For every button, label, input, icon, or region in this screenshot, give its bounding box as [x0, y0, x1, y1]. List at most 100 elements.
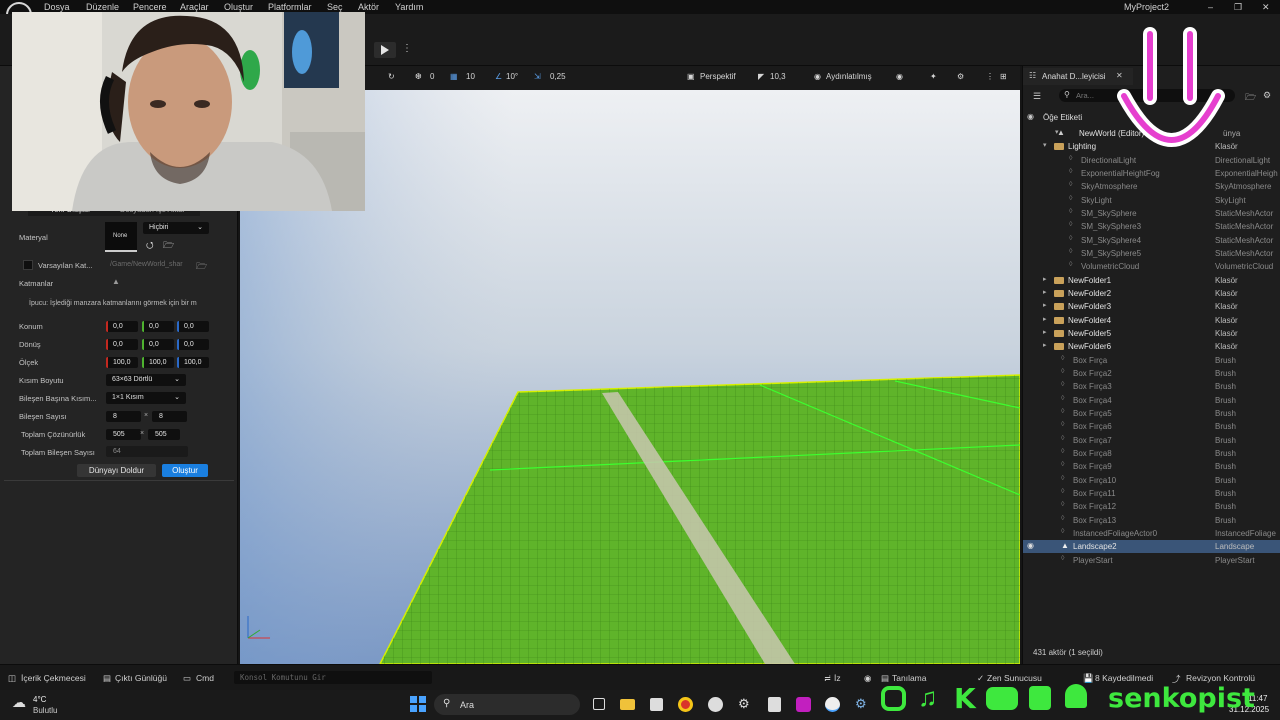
section-size-dropdown[interactable]: 63×63 Dörtlü ⌄ — [106, 374, 186, 386]
expand-arrow-icon[interactable]: ▸ — [1043, 328, 1047, 336]
brush-row[interactable]: ◊ Box Fırça2 Brush — [1023, 367, 1280, 380]
item-label-header[interactable]: Öğe Etiketi — [1043, 113, 1082, 122]
minimize-icon[interactable]: – — [1208, 2, 1213, 12]
menu-platforms[interactable]: Platformlar — [268, 2, 312, 12]
windows-start-icon[interactable] — [410, 696, 426, 712]
epic-games-icon[interactable] — [768, 697, 781, 712]
output-log-button[interactable]: Çıktı Günlüğü — [115, 673, 167, 683]
content-drawer-button[interactable]: İçerik Çekmecesi — [21, 673, 86, 683]
material-dropdown[interactable]: Hiçbiri ⌄ — [143, 222, 209, 234]
brush-row[interactable]: ◊ Box Fırça4 Brush — [1023, 394, 1280, 407]
menu-select[interactable]: Seç — [327, 2, 343, 12]
realtime-icon[interactable]: ✦ — [930, 72, 937, 81]
brush-row[interactable]: ◊ Box Fırça3 Brush — [1023, 380, 1280, 393]
menu-tools[interactable]: Araçlar — [180, 2, 209, 12]
player-start-row[interactable]: ◊ PlayerStart PlayerStart — [1023, 554, 1280, 567]
app-icon[interactable] — [708, 697, 723, 712]
grid-snap-icon[interactable]: ▦ — [450, 72, 458, 81]
actor-row[interactable]: ◊ ExponentialHeightFog ExponentialHeigh — [1023, 167, 1280, 180]
expand-arrow-icon[interactable]: ▸ — [1043, 275, 1047, 283]
actor-row[interactable]: ◊ SkyLight SkyLight — [1023, 194, 1280, 207]
outliner-settings-icon[interactable]: ⚙ — [1263, 90, 1271, 101]
fill-world-button[interactable]: Dünyayı Doldur — [77, 464, 156, 477]
brush-row[interactable]: ◊ Box Fırça5 Brush — [1023, 407, 1280, 420]
rotation-snap-icon[interactable]: ❆ — [415, 72, 422, 81]
trace-button[interactable]: İz — [834, 673, 841, 683]
rotation-y[interactable]: 0,0 — [142, 339, 174, 350]
rotation-z[interactable]: 0,0 — [177, 339, 209, 350]
actor-row[interactable]: ◊ DirectionalLight DirectionalLight — [1023, 154, 1280, 167]
folder-row[interactable]: ▸ NewFolder3 Klasör — [1023, 300, 1280, 313]
brush-row[interactable]: ◊ Box Fırça Brush — [1023, 354, 1280, 367]
foliage-row[interactable]: ◊ InstancedFoliageActor0 InstancedFoliage — [1023, 527, 1280, 540]
component-count-x[interactable]: 8 — [106, 411, 141, 422]
folder-row[interactable]: ▸ NewFolder4 Klasör — [1023, 314, 1280, 327]
actor-row[interactable]: ◊ SM_SkySphere5 StaticMeshActor — [1023, 247, 1280, 260]
show-flags-icon[interactable]: ◉ — [896, 72, 903, 81]
folder-row[interactable]: ▸ NewFolder2 Klasör — [1023, 287, 1280, 300]
angle-snap-icon[interactable]: ∠ — [495, 72, 502, 81]
brush-row[interactable]: ◊ Box Fırça8 Brush — [1023, 447, 1280, 460]
settings-gear-icon[interactable]: ⚙ — [957, 72, 964, 81]
file-explorer-icon[interactable] — [620, 699, 635, 710]
menu-window[interactable]: Pencere — [133, 2, 167, 12]
play-button[interactable] — [374, 42, 396, 58]
total-resolution-x[interactable]: 505 — [106, 429, 141, 440]
grid-snap-value[interactable]: 10 — [466, 72, 475, 81]
actor-row[interactable]: ◊ SM_SkySphere3 StaticMeshActor — [1023, 220, 1280, 233]
maximize-icon[interactable]: ❐ — [1234, 2, 1242, 13]
expand-arrow-icon[interactable]: ▸ — [1043, 301, 1047, 309]
folder-row[interactable]: ▸ NewFolder6 Klasör — [1023, 340, 1280, 353]
component-count-y[interactable]: 8 — [152, 411, 187, 422]
brush-row[interactable]: ◊ Box Fırça9 Brush — [1023, 460, 1280, 473]
menu-help[interactable]: Yardım — [395, 2, 423, 12]
close-window-icon[interactable]: ✕ — [1262, 2, 1270, 13]
total-resolution-y[interactable]: 505 — [148, 429, 180, 440]
lighting-mode-dropdown[interactable]: Aydınlatılmış — [826, 72, 872, 81]
store-icon[interactable] — [650, 698, 663, 711]
menu-edit[interactable]: Düzenle — [86, 2, 119, 12]
menu-actor[interactable]: Aktör — [358, 2, 379, 12]
folder-row[interactable]: ▸ NewFolder1 Klasör — [1023, 274, 1280, 287]
brush-row[interactable]: ◊ Box Fırça6 Brush — [1023, 420, 1280, 433]
browse-asset-icon[interactable]: 🗁 — [163, 238, 174, 254]
camera-speed-value[interactable]: 10,3 — [770, 72, 786, 81]
layout-grid-icon[interactable]: ⊞ — [1000, 72, 1007, 81]
filter-icon[interactable]: ☰ — [1033, 91, 1041, 102]
scale-y[interactable]: 100,0 — [142, 357, 174, 368]
rotation-x[interactable]: 0,0 — [106, 339, 138, 350]
create-button[interactable]: Oluştur — [162, 464, 208, 477]
expand-arrow-icon[interactable]: ▸ — [1043, 341, 1047, 349]
chrome-icon[interactable] — [678, 697, 693, 712]
brush-row[interactable]: ◊ Box Fırça10 Brush — [1023, 474, 1280, 487]
scale-x[interactable]: 100,0 — [106, 357, 138, 368]
actor-row[interactable]: ◊ SkyAtmosphere SkyAtmosphere — [1023, 180, 1280, 193]
location-x[interactable]: 0,0 — [106, 321, 138, 332]
unreal-taskbar-icon[interactable] — [825, 697, 840, 712]
use-selected-icon[interactable]: ⭯ — [146, 238, 154, 254]
scale-snap-value[interactable]: 0,25 — [550, 72, 566, 81]
folder-row[interactable]: ▸ NewFolder5 Klasör — [1023, 327, 1280, 340]
actor-row[interactable]: ◊ VolumetricCloud VolumetricCloud — [1023, 260, 1280, 273]
folder-browse-icon[interactable]: 🗁 — [196, 259, 207, 275]
expand-arrow-icon[interactable]: ▸ — [1043, 288, 1047, 296]
taskbar-search[interactable]: ⚲ Ara — [434, 694, 580, 715]
record-icon[interactable]: ◉ — [864, 673, 871, 684]
angle-snap-value[interactable]: 10° — [506, 72, 518, 81]
scale-z[interactable]: 100,0 — [177, 357, 209, 368]
location-z[interactable]: 0,0 — [177, 321, 209, 332]
sections-per-component-dropdown[interactable]: 1×1 Kısım ⌄ — [106, 392, 186, 404]
steam-icon[interactable]: ⚙ — [738, 696, 750, 712]
brush-row[interactable]: ◊ Box Fırça11 Brush — [1023, 487, 1280, 500]
brush-row[interactable]: ◊ Box Fırça13 Brush — [1023, 514, 1280, 527]
add-folder-icon[interactable]: 🗁 — [1245, 90, 1256, 106]
steam-taskbar-icon[interactable]: ⚙ — [855, 696, 867, 712]
scale-snap-icon[interactable]: ⇲ — [534, 72, 541, 81]
task-view-icon[interactable] — [593, 698, 605, 710]
default-layer-checkbox[interactable] — [23, 260, 33, 270]
expand-arrow-icon[interactable]: ▾ — [1043, 141, 1047, 149]
location-y[interactable]: 0,0 — [142, 321, 174, 332]
menu-file[interactable]: Dosya — [44, 2, 70, 12]
material-thumbnail[interactable]: None — [105, 222, 137, 252]
view-mode-dropdown[interactable]: Perspektif — [700, 72, 736, 81]
